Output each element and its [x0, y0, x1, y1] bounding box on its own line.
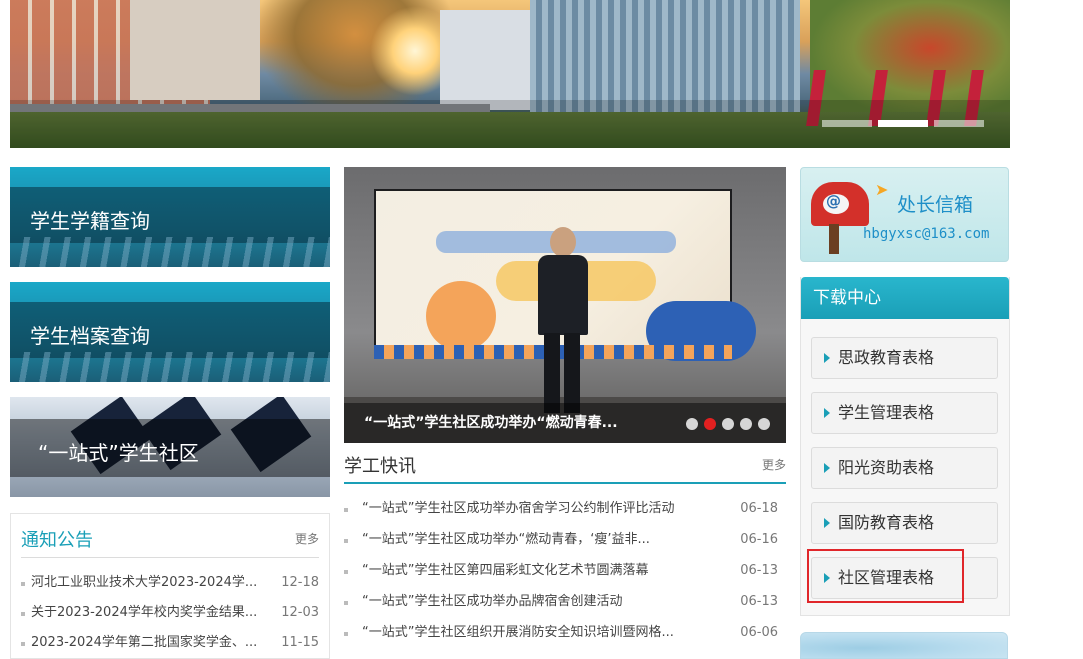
- quick-link-student-community[interactable]: “一站式”学生社区: [10, 397, 330, 497]
- quick-link-student-archive[interactable]: 学生档案查询: [10, 282, 330, 382]
- download-item-label: 学生管理表格: [838, 403, 935, 422]
- quick-link-label: “一站式”学生社区: [38, 441, 199, 465]
- notice-more-link[interactable]: 更多: [295, 530, 319, 547]
- news-item-title[interactable]: “一站式”学生社区成功举办“燃动青春，‘瘦’益非...: [362, 532, 650, 547]
- news-item-date: 06-18: [740, 501, 778, 516]
- slide-speaker: [534, 227, 590, 417]
- banner-building: [130, 0, 260, 100]
- download-center-title: 下载中心: [801, 277, 1009, 319]
- slider-dot[interactable]: [722, 418, 734, 430]
- download-item[interactable]: 阳光资助表格: [811, 447, 998, 489]
- news-item[interactable]: “一站式”学生社区组织开展消防安全知识培训暨网格... 06-06: [344, 620, 786, 651]
- download-item-label: 阳光资助表格: [838, 458, 935, 477]
- chevron-right-icon: [824, 353, 830, 363]
- news-panel: 学工快讯 更多 “一站式”学生社区成功举办宿舍学习公约制作评比活动 06-18 …: [344, 452, 786, 659]
- news-slider[interactable]: “一站式”学生社区成功举办“燃动青春...: [344, 167, 786, 443]
- news-item-date: 06-13: [740, 594, 778, 609]
- news-item-title[interactable]: “一站式”学生社区成功举办宿舍学习公约制作评比活动: [362, 501, 674, 516]
- director-mailbox-link[interactable]: @ ➤ 处长信箱 hbgyxsc@163.com: [800, 167, 1009, 262]
- map-banner-link[interactable]: [800, 632, 1008, 659]
- notice-header: 通知公告 更多: [21, 526, 319, 558]
- slide-caption[interactable]: “一站式”学生社区成功举办“燃动青春...: [364, 412, 618, 432]
- notice-item-date: 12-18: [281, 575, 319, 590]
- chevron-right-icon: [824, 408, 830, 418]
- notice-item-date: 12-03: [281, 605, 319, 620]
- download-item[interactable]: 国防教育表格: [811, 502, 998, 544]
- slide-graphic: [426, 281, 496, 351]
- news-item[interactable]: “一站式”学生社区第四届彩虹文化艺术节圆满落幕 06-13: [344, 558, 786, 589]
- quick-link-student-status[interactable]: 学生学籍查询: [10, 167, 330, 267]
- download-item[interactable]: 社区管理表格: [811, 557, 998, 599]
- notice-item[interactable]: 关于2023-2024学年校内奖学金结果... 12-03: [21, 600, 319, 630]
- notice-item-title[interactable]: 河北工业职业技术大学2023-2024学...: [31, 570, 271, 596]
- at-sign-icon: @: [826, 192, 841, 210]
- download-item[interactable]: 学生管理表格: [811, 392, 998, 434]
- banner-pagination[interactable]: [822, 120, 984, 127]
- news-title: 学工快讯: [344, 456, 416, 477]
- notice-title: 通知公告: [21, 530, 93, 551]
- speaker-body: [538, 255, 588, 335]
- speaker-legs: [544, 333, 580, 413]
- chevron-right-icon: [824, 573, 830, 583]
- chevron-right-icon: [824, 518, 830, 528]
- chevron-right-icon: [824, 463, 830, 473]
- mailbox-post: [829, 224, 839, 254]
- top-banner: [10, 0, 1010, 148]
- news-item[interactable]: “一站式”学生社区成功举办品牌宿舍创建活动 06-13: [344, 589, 786, 620]
- notice-item-title[interactable]: 关于2023-2024学年校内奖学金结果...: [31, 600, 271, 626]
- mailbox-email: hbgyxsc@163.com: [863, 226, 990, 242]
- slider-pagination: [686, 418, 770, 430]
- news-item-date: 06-16: [740, 532, 778, 547]
- notice-list: 河北工业职业技术大学2023-2024学... 12-18 关于2023-202…: [21, 570, 319, 659]
- notice-item-date: 11-15: [281, 635, 319, 650]
- news-header: 学工快讯 更多: [344, 452, 786, 484]
- notice-item-title[interactable]: 2023-2024学年第二批国家奖学金、...: [31, 630, 271, 656]
- download-item-label: 思政教育表格: [838, 348, 935, 367]
- download-center-panel: 下载中心 思政教育表格 学生管理表格 阳光资助表格 国防教育表格 社区管理表格: [800, 277, 1010, 616]
- notice-item[interactable]: 河北工业职业技术大学2023-2024学... 12-18: [21, 570, 319, 600]
- news-item-date: 06-06: [740, 625, 778, 640]
- banner-dot[interactable]: [934, 120, 984, 127]
- news-item-title[interactable]: “一站式”学生社区成功举办品牌宿舍创建活动: [362, 594, 622, 609]
- slider-dot-active[interactable]: [704, 418, 716, 430]
- news-list: “一站式”学生社区成功举办宿舍学习公约制作评比活动 06-18 “一站式”学生社…: [344, 496, 786, 651]
- slider-dot[interactable]: [740, 418, 752, 430]
- slider-dot[interactable]: [758, 418, 770, 430]
- news-item[interactable]: “一站式”学生社区成功举办“燃动青春，‘瘦’益非... 06-16: [344, 527, 786, 558]
- download-item-label: 社区管理表格: [838, 568, 935, 587]
- quick-link-label: 学生档案查询: [30, 324, 150, 348]
- news-item-title[interactable]: “一站式”学生社区第四届彩虹文化艺术节圆满落幕: [362, 563, 648, 578]
- download-item-label: 国防教育表格: [838, 513, 935, 532]
- quick-link-label: 学生学籍查询: [30, 209, 150, 233]
- news-item-title[interactable]: “一站式”学生社区组织开展消防安全知识培训暨网格...: [362, 625, 674, 640]
- download-item[interactable]: 思政教育表格: [811, 337, 998, 379]
- banner-dot[interactable]: [822, 120, 872, 127]
- speaker-head: [550, 227, 576, 257]
- notice-panel: 通知公告 更多 河北工业职业技术大学2023-2024学... 12-18 关于…: [10, 513, 330, 659]
- news-more-link[interactable]: 更多: [762, 456, 786, 473]
- news-item[interactable]: “一站式”学生社区成功举办宿舍学习公约制作评比活动 06-18: [344, 496, 786, 527]
- banner-building: [530, 0, 800, 112]
- slider-dot[interactable]: [686, 418, 698, 430]
- notice-item[interactable]: 2023-2024学年第二批国家奖学金、... 11-15: [21, 630, 319, 659]
- paper-plane-icon: ➤: [875, 180, 889, 199]
- mailbox-name: 处长信箱: [897, 194, 974, 216]
- news-item-date: 06-13: [740, 563, 778, 578]
- banner-dot-active[interactable]: [878, 120, 928, 127]
